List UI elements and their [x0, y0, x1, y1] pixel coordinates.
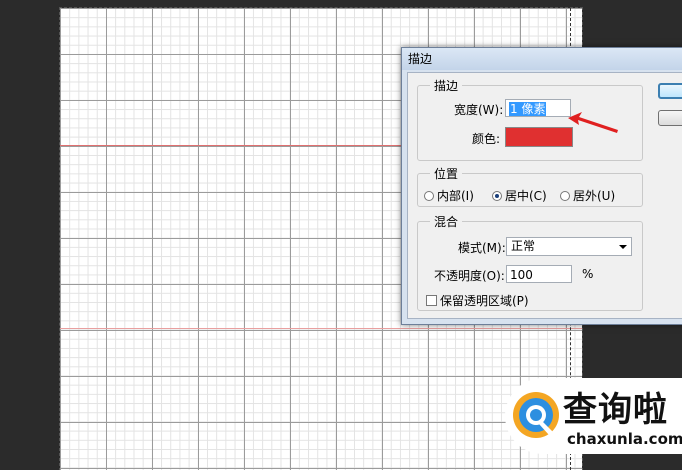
horizontal-guide: [60, 328, 582, 329]
opacity-label: 不透明度(O):: [434, 269, 505, 283]
color-label: 颜色:: [472, 132, 501, 146]
watermark-title: 查询啦: [563, 390, 668, 430]
radio-label: 内部(I): [437, 189, 474, 203]
dialog-title: 描边: [402, 48, 682, 70]
position-center-radio[interactable]: 居中(C): [492, 187, 547, 204]
opacity-value: 100: [510, 268, 533, 282]
watermark-url: chaxunla.com: [567, 430, 682, 448]
radio-circle-selected: [492, 190, 502, 201]
opacity-input[interactable]: 100: [506, 265, 572, 283]
stroke-color-swatch[interactable]: [505, 127, 573, 147]
cancel-button[interactable]: [658, 110, 682, 126]
width-input[interactable]: 1 像素: [505, 99, 571, 117]
position-group: 位置 内部(I) 居中(C) 居外(U): [417, 165, 643, 207]
opacity-unit: %: [582, 267, 594, 281]
position-outside-radio[interactable]: 居外(U): [560, 187, 615, 204]
blend-group: 混合 模式(M): 正常 不透明度(O): 100 % 保留透明区域(P): [417, 213, 643, 311]
annotation-arrow-icon: [568, 112, 618, 133]
magnifier-logo-icon: [513, 392, 559, 438]
width-input-value: 1 像素: [509, 102, 547, 116]
preserve-transparency-checkbox[interactable]: 保留透明区域(P): [426, 292, 529, 309]
checkbox-box: [426, 295, 437, 306]
chevron-down-icon: [619, 245, 627, 249]
width-label: 宽度(W):: [454, 103, 504, 117]
blend-mode-value: 正常: [511, 239, 536, 253]
blend-group-title: 混合: [430, 213, 463, 230]
radio-circle: [560, 190, 570, 201]
radio-circle: [424, 190, 434, 201]
dialog-body: 描边 宽度(W): 1 像素 颜色: 位置 内部(I) 居中(C) 居外(U): [407, 72, 682, 319]
radio-label: 居中(C): [505, 189, 547, 203]
watermark: 查询啦 chaxunla.com: [505, 378, 682, 458]
radio-label: 居外(U): [573, 189, 616, 203]
position-inside-radio[interactable]: 内部(I): [424, 187, 474, 204]
checkbox-label: 保留透明区域(P): [440, 294, 529, 308]
stroke-group-title: 描边: [430, 77, 463, 94]
ok-button[interactable]: [658, 83, 682, 99]
mode-label: 模式(M):: [458, 241, 506, 255]
position-group-title: 位置: [430, 165, 463, 182]
stroke-dialog: 描边 描边 宽度(W): 1 像素 颜色: 位置 内部(I) 居中(C) 居外(…: [401, 47, 682, 325]
blend-mode-select[interactable]: 正常: [506, 237, 632, 256]
